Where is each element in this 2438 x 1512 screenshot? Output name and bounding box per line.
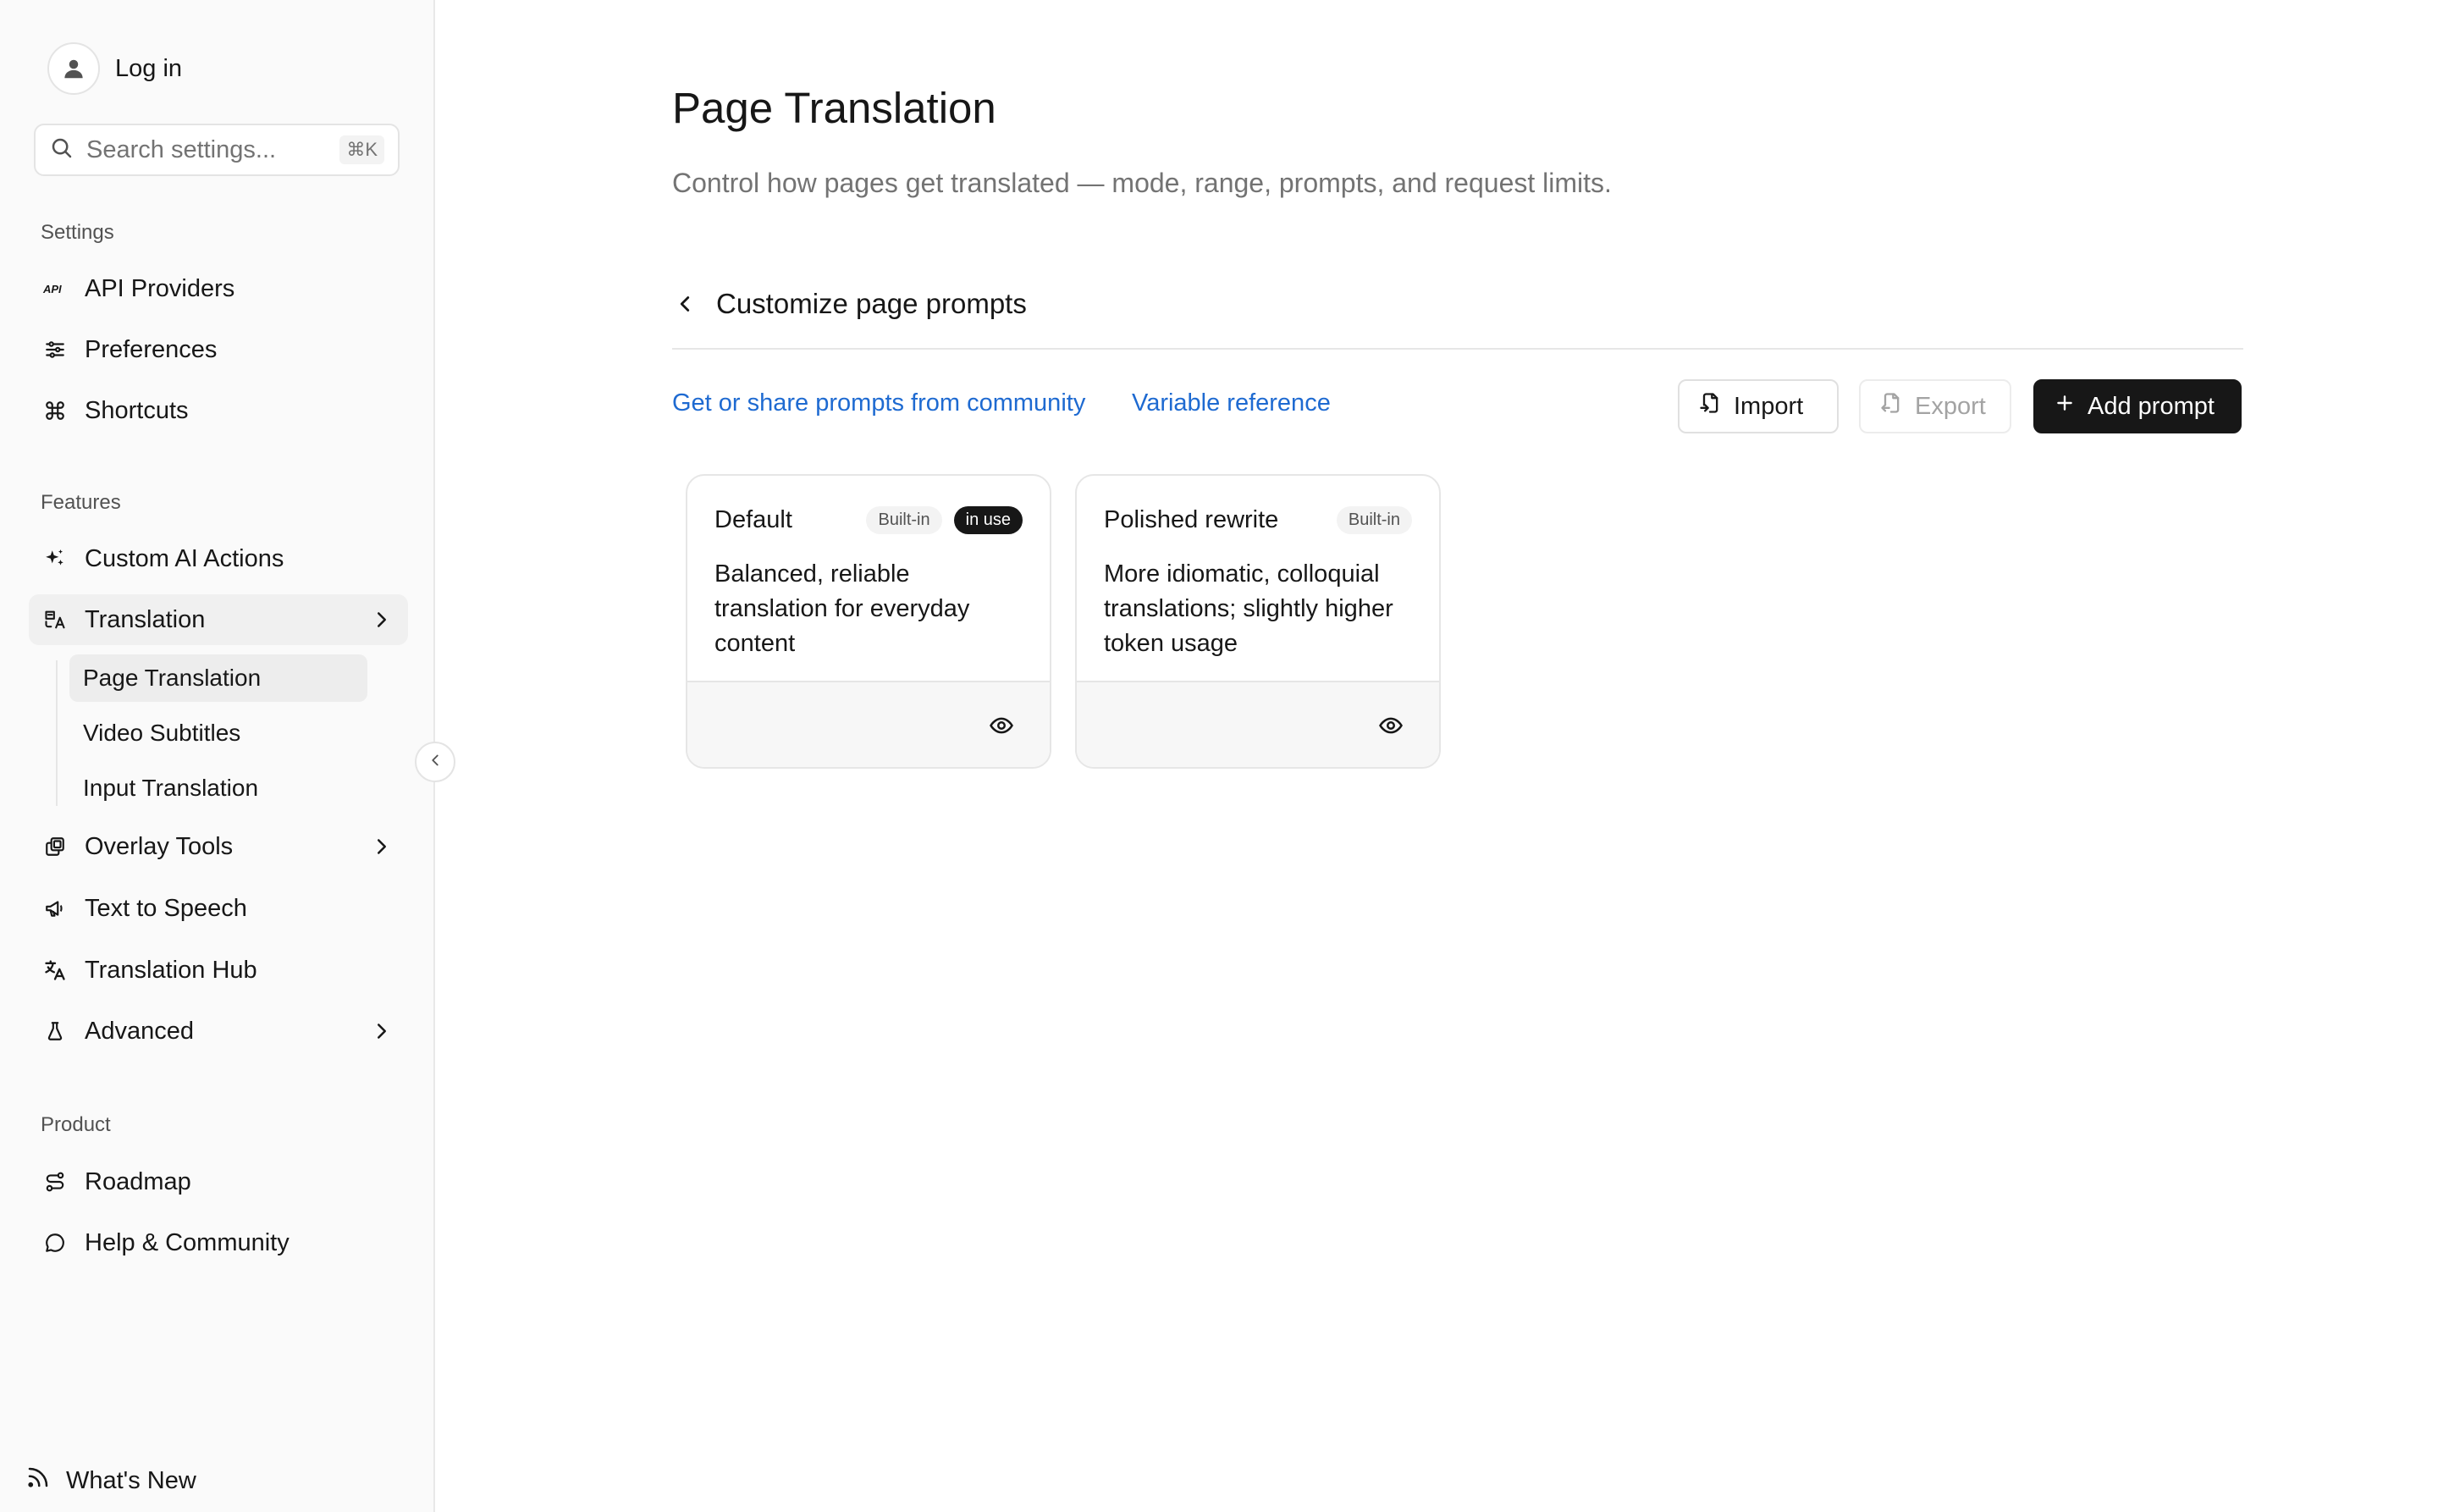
sidebar-item-label: Preferences — [85, 335, 218, 363]
chevron-left-icon — [426, 751, 444, 774]
section-label-settings: Settings — [41, 221, 114, 244]
sidebar-item-label: Translation Hub — [85, 956, 257, 984]
card-footer — [687, 681, 1050, 767]
submenu-guide-line — [56, 660, 58, 806]
sidebar-item-label: Advanced — [85, 1017, 194, 1045]
search-input[interactable] — [86, 135, 340, 164]
export-button[interactable]: Export — [1859, 379, 2011, 433]
chevron-right-icon — [369, 834, 394, 859]
whats-new-link[interactable]: What's New — [25, 1460, 196, 1502]
api-icon: API — [42, 276, 68, 301]
section-label-product: Product — [41, 1113, 111, 1136]
plus-icon — [2054, 392, 2076, 421]
sidebar-item-help-community[interactable]: Help & Community — [29, 1217, 408, 1268]
settings-app: Log in ⌘K Settings API API Providers Pre… — [0, 0, 2438, 1512]
add-prompt-label: Add prompt — [2088, 392, 2215, 420]
section-label-features: Features — [41, 491, 121, 514]
rss-icon — [25, 1465, 51, 1497]
sidebar-item-label: API Providers — [85, 274, 235, 302]
import-label: Import — [1734, 392, 1804, 420]
sidebar-subitem-page-translation[interactable]: Page Translation — [69, 654, 367, 702]
header-divider — [672, 348, 2243, 350]
chevron-right-icon — [369, 1018, 394, 1044]
variable-reference-link[interactable]: Variable reference — [1132, 389, 1331, 417]
sidebar-item-api-providers[interactable]: API API Providers — [29, 263, 408, 314]
route-icon — [42, 1169, 68, 1195]
sidebar-item-label: Overlay Tools — [85, 832, 234, 860]
whats-new-label: What's New — [66, 1466, 196, 1494]
sidebar-item-text-to-speech[interactable]: Text to Speech — [29, 883, 408, 934]
in-use-badge: in use — [953, 506, 1023, 534]
builtin-badge: Built-in — [1336, 506, 1412, 534]
sidebar-subitem-input-translation[interactable]: Input Translation — [69, 764, 367, 812]
prompt-description: More idiomatic, colloquial translations;… — [1104, 560, 1393, 657]
settings-search[interactable]: ⌘K — [34, 124, 400, 176]
sidebar-subitem-video-subtitles[interactable]: Video Subtitles — [69, 709, 367, 757]
preview-eye-icon[interactable] — [987, 711, 1016, 740]
flask-icon — [42, 1018, 68, 1044]
import-button[interactable]: Import — [1678, 379, 1839, 433]
sidebar-item-label: Shortcuts — [85, 396, 189, 424]
export-label: Export — [1915, 392, 1986, 420]
preview-eye-icon[interactable] — [1376, 711, 1405, 740]
back-chevron-icon[interactable] — [672, 291, 698, 317]
prompt-name: Polished rewrite — [1104, 506, 1279, 533]
sidebar-item-advanced[interactable]: Advanced — [29, 1006, 408, 1057]
sidebar-item-preferences[interactable]: Preferences — [29, 324, 408, 375]
sidebar-item-custom-ai-actions[interactable]: Custom AI Actions — [29, 533, 408, 584]
collapse-sidebar-button[interactable] — [415, 742, 455, 782]
sidebar-item-label: Custom AI Actions — [85, 544, 284, 572]
card-header: Polished rewrite Built-in — [1104, 506, 1412, 534]
sidebar-item-overlay-tools[interactable]: Overlay Tools — [29, 821, 408, 872]
sidebar-item-shortcuts[interactable]: Shortcuts — [29, 385, 408, 436]
languages-icon — [42, 957, 68, 983]
card-header: Default Built-in in use — [714, 506, 1023, 534]
prompt-description: Balanced, reliable translation for every… — [714, 560, 970, 657]
megaphone-icon — [42, 896, 68, 921]
sidebar-item-label: Roadmap — [85, 1167, 191, 1195]
prompt-card-default[interactable]: Default Built-in in use Balanced, reliab… — [686, 474, 1051, 769]
sidebar-item-roadmap[interactable]: Roadmap — [29, 1156, 408, 1207]
command-icon — [42, 398, 68, 423]
sidebar-item-translation-hub[interactable]: Translation Hub — [29, 945, 408, 996]
file-export-icon — [1879, 391, 1903, 422]
builtin-badge: Built-in — [866, 506, 942, 534]
page-description: Control how pages get translated — mode,… — [672, 168, 1612, 198]
login-label: Log in — [115, 54, 183, 82]
file-import-icon — [1698, 391, 1722, 422]
chat-bubble-icon — [42, 1230, 68, 1255]
sidebar-item-translation[interactable]: Translation — [29, 594, 408, 645]
subpage-header: Customize page prompts — [672, 283, 1027, 325]
sidebar-item-label: Help & Community — [85, 1228, 290, 1256]
svg-text:API: API — [42, 283, 62, 295]
search-shortcut-hint: ⌘K — [339, 135, 384, 164]
sidebar-item-label: Translation — [85, 605, 206, 633]
sidebar: Log in ⌘K Settings API API Providers Pre… — [0, 0, 435, 1512]
prompt-card-polished-rewrite[interactable]: Polished rewrite Built-in More idiomatic… — [1075, 474, 1441, 769]
user-avatar-icon — [47, 42, 100, 95]
card-footer — [1077, 681, 1439, 767]
translate-icon — [42, 607, 68, 632]
chevron-right-icon — [369, 607, 394, 632]
page-title: Page Translation — [672, 84, 996, 132]
subpage-title: Customize page prompts — [716, 288, 1027, 319]
layers-icon — [42, 834, 68, 859]
community-prompts-link[interactable]: Get or share prompts from community — [672, 389, 1085, 417]
add-prompt-button[interactable]: Add prompt — [2033, 379, 2242, 433]
sparkles-icon — [42, 546, 68, 571]
sliders-icon — [42, 337, 68, 362]
main-content: Page Translation Control how pages get t… — [435, 0, 2438, 1512]
login-button[interactable]: Log in — [47, 42, 182, 95]
sidebar-item-label: Text to Speech — [85, 894, 247, 922]
search-icon — [49, 135, 74, 165]
prompt-name: Default — [714, 506, 792, 533]
